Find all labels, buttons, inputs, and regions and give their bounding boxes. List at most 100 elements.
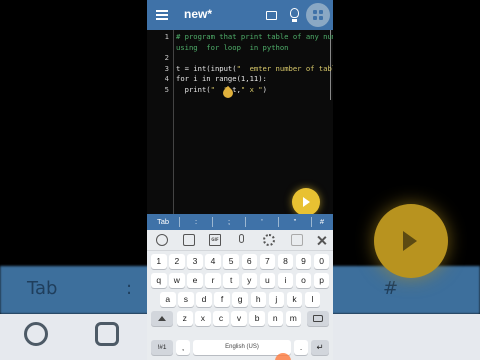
symbol-key-colon[interactable]: : <box>180 214 212 230</box>
line-code: for i in range(1,11): <box>176 74 267 84</box>
background-emoji-icon <box>24 322 48 346</box>
key-letter[interactable]: a <box>160 292 176 307</box>
background-sticker-icon <box>95 322 119 346</box>
key-letter[interactable]: j <box>268 292 285 307</box>
line-code: # program that print table of any number <box>176 32 333 42</box>
sticker-icon[interactable] <box>183 234 195 246</box>
code-line: using for loop in python <box>147 43 333 53</box>
symbol-key-quote[interactable]: ' <box>246 214 278 230</box>
symbol-key-hash[interactable]: # <box>312 214 332 230</box>
key-letter[interactable]: w <box>169 273 185 288</box>
comma-key[interactable]: , <box>176 340 190 355</box>
key-letter[interactable]: p <box>313 273 330 288</box>
key-letter[interactable]: f <box>214 292 230 307</box>
code-token: # program that print table of any number <box>176 32 333 41</box>
mic-icon[interactable] <box>239 234 244 243</box>
period-key[interactable]: . <box>294 340 308 355</box>
code-token: " emter number of table :" <box>236 63 333 73</box>
background-colon-label: : <box>126 278 133 299</box>
key-number[interactable]: 7 <box>259 254 276 269</box>
code-token: " x " <box>240 84 263 94</box>
code-editor[interactable]: 1 # program that print table of any numbe… <box>147 30 333 214</box>
play-icon <box>303 197 310 207</box>
screen-stage: Tab : # new* 1 # program that print table… <box>0 0 480 360</box>
lightbulb-base <box>292 19 297 22</box>
close-icon[interactable] <box>317 235 327 245</box>
key-number[interactable]: 5 <box>223 254 239 269</box>
key-number[interactable]: 3 <box>187 254 203 269</box>
key-letter[interactable]: d <box>196 292 212 307</box>
apps-grid-button[interactable] <box>306 3 330 27</box>
key-letter[interactable]: n <box>267 311 283 326</box>
line-number: 3 <box>164 63 169 73</box>
symbol-key-semicolon[interactable]: ; <box>213 214 245 230</box>
backspace-icon <box>313 315 323 323</box>
key-letter[interactable]: b <box>249 311 265 326</box>
key-number[interactable]: 0 <box>313 254 330 269</box>
key-letter[interactable]: m <box>285 311 302 326</box>
code-line: 1 # program that print table of any numbe… <box>147 32 333 42</box>
code-line: 3 t = int(input(" emter number of table :… <box>147 64 333 74</box>
key-letter[interactable]: t <box>223 273 239 288</box>
key-letter[interactable]: z <box>177 311 193 326</box>
line-code: t = int(input(" emter number of table :"… <box>176 64 333 74</box>
key-number[interactable]: 2 <box>169 254 185 269</box>
key-letter[interactable]: g <box>232 292 248 307</box>
lightbulb-icon[interactable] <box>290 8 299 18</box>
code-token: t = int(input( <box>176 63 237 73</box>
symbol-key-tab[interactable]: Tab <box>147 214 179 230</box>
code-line: 5 print(" ",t," x ") <box>147 85 333 95</box>
gear-icon[interactable] <box>263 234 275 246</box>
shift-key[interactable] <box>151 311 173 326</box>
clipboard-icon[interactable] <box>291 234 303 246</box>
key-letter[interactable]: h <box>250 292 266 307</box>
code-line: 2 <box>147 53 333 63</box>
symbols-key[interactable]: !#1 <box>151 340 173 355</box>
key-letter[interactable]: o <box>295 273 312 288</box>
key-number[interactable]: 1 <box>151 254 167 269</box>
key-letter[interactable]: c <box>213 311 229 326</box>
key-letter[interactable]: q <box>151 273 167 288</box>
line-number: 1 <box>164 32 169 41</box>
key-letter[interactable]: u <box>259 273 276 288</box>
background-play-icon <box>403 231 417 251</box>
key-letter[interactable]: x <box>195 311 211 326</box>
key-letter[interactable]: r <box>205 273 221 288</box>
enter-key[interactable]: ↵ <box>311 340 329 355</box>
app-bar: new* <box>147 0 333 30</box>
key-letter[interactable]: l <box>304 292 321 307</box>
key-letter[interactable]: y <box>241 273 257 288</box>
key-letter[interactable]: e <box>187 273 203 288</box>
line-code: using for loop in python <box>176 43 289 53</box>
shift-icon <box>158 316 166 322</box>
key-letter[interactable]: s <box>178 292 194 307</box>
symbol-bar: Tab : ; ' " # <box>147 214 333 230</box>
key-number[interactable]: 4 <box>205 254 221 269</box>
folder-icon[interactable] <box>266 11 277 20</box>
code-line: 4 for i in range(1,11): <box>147 74 333 84</box>
code-token: ) <box>262 84 267 94</box>
code-token: print( <box>176 84 211 94</box>
code-token: using for loop in python <box>176 42 289 52</box>
key-number[interactable]: 9 <box>295 254 312 269</box>
line-number: 4 <box>164 74 169 83</box>
menu-icon[interactable] <box>156 10 168 20</box>
key-letter[interactable]: v <box>231 311 247 326</box>
key-letter[interactable]: i <box>277 273 294 288</box>
background-hash-label: # <box>383 278 399 299</box>
symbol-key-double-quote[interactable]: " <box>279 214 311 230</box>
space-bar[interactable]: English (US) <box>193 340 291 355</box>
line-code: print(" ",t," x ") <box>176 85 267 95</box>
gif-icon[interactable]: GIF <box>209 234 221 246</box>
file-title: new* <box>184 7 213 21</box>
background-tab-label: Tab <box>27 278 58 299</box>
emoji-icon[interactable] <box>156 234 168 246</box>
phone-screen: new* 1 # program that print table of any … <box>147 0 333 360</box>
key-number[interactable]: 8 <box>277 254 294 269</box>
backspace-key[interactable] <box>307 311 329 326</box>
keyboard-divider <box>147 250 333 251</box>
line-number: 5 <box>164 84 169 94</box>
soft-keyboard: GIF 1234567890 qwertyuiop asdfghjkl zxcvbnm… <box>147 230 333 360</box>
key-letter[interactable]: k <box>286 292 303 307</box>
key-number[interactable]: 6 <box>241 254 257 269</box>
